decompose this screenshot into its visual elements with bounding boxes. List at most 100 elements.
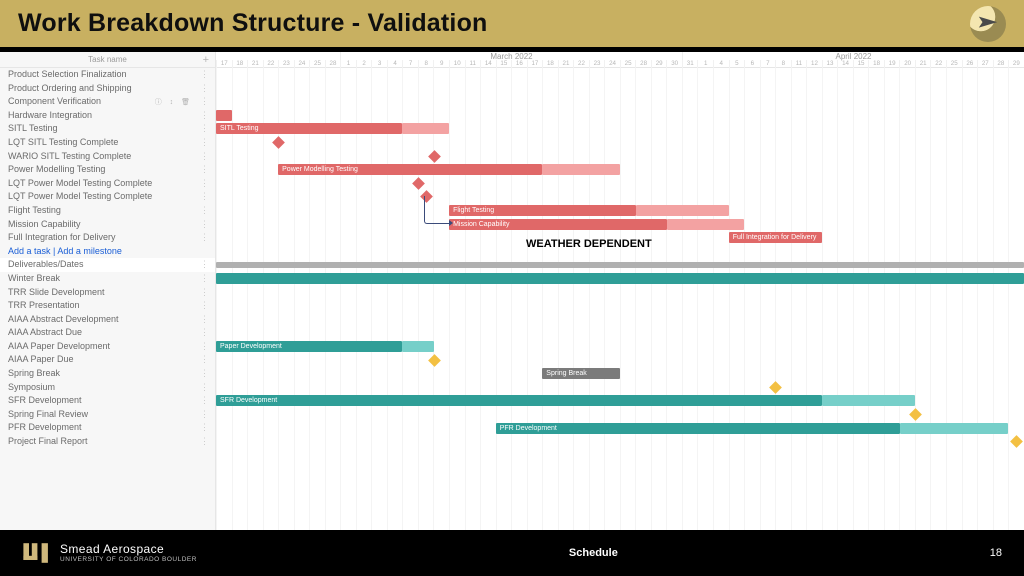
day-tick: 27: [977, 60, 993, 68]
day-tick: 30: [666, 60, 682, 68]
day-tick: 14: [480, 60, 496, 68]
gantt-bar-extension[interactable]: [822, 395, 915, 406]
task-row[interactable]: AIAA Paper Development: [0, 340, 215, 354]
day-tick: 29: [1008, 60, 1024, 68]
gantt-container: Task name + Product Selection Finalizati…: [0, 52, 1024, 530]
task-list-header-label: Task name: [88, 55, 127, 64]
task-row[interactable]: SFR Development: [0, 394, 215, 408]
day-tick: 21: [558, 60, 574, 68]
day-tick: 9: [433, 60, 449, 68]
task-row[interactable]: TRR Presentation: [0, 299, 215, 313]
gantt-bar[interactable]: Paper Development: [216, 341, 402, 352]
task-row[interactable]: AIAA Abstract Development: [0, 313, 215, 327]
dependency-arrow: [449, 220, 453, 226]
airplane-icon: [977, 13, 999, 35]
task-row[interactable]: Mission Capability: [0, 218, 215, 232]
task-row[interactable]: AIAA Paper Due: [0, 353, 215, 367]
club-logo-badge: [970, 6, 1006, 42]
deliverables-header[interactable]: Deliverables/Dates: [0, 258, 215, 272]
day-tick: 28: [325, 60, 341, 68]
task-row[interactable]: TRR Slide Development: [0, 286, 215, 300]
gantt-bar[interactable]: SITL Testing: [216, 123, 402, 134]
gantt-bars-layer: SITL Testing Power Modelling Testing Fligh…: [216, 68, 1024, 530]
milestone-diamond[interactable]: [412, 177, 425, 190]
task-row[interactable]: LQT SITL Testing Complete: [0, 136, 215, 150]
milestone-diamond[interactable]: [770, 381, 783, 394]
dependency-line: [424, 196, 449, 224]
day-tick: 10: [449, 60, 465, 68]
gantt-bar[interactable]: PFR Development: [496, 423, 900, 434]
task-row[interactable]: Product Selection Finalization: [0, 68, 215, 82]
day-tick: 4: [387, 60, 403, 68]
task-row[interactable]: Spring Final Review: [0, 408, 215, 422]
day-tick: 3: [371, 60, 387, 68]
task-row[interactable]: AIAA Abstract Due: [0, 326, 215, 340]
day-ticks: 1718212223242528123478910111415161718212…: [216, 60, 1024, 68]
day-tick: 25: [309, 60, 325, 68]
day-tick: 15: [496, 60, 512, 68]
gantt-bar[interactable]: Mission Capability: [449, 219, 667, 230]
gantt-bar[interactable]: [216, 110, 232, 121]
milestone-diamond[interactable]: [428, 354, 441, 367]
day-tick: 1: [697, 60, 713, 68]
milestone-diamond[interactable]: [1010, 435, 1023, 448]
task-row[interactable]: Hardware Integration: [0, 109, 215, 123]
task-list-header: Task name +: [0, 52, 215, 68]
gantt-bar[interactable]: Flight Testing: [449, 205, 635, 216]
gantt-bar[interactable]: [216, 262, 1024, 268]
row-action-icons[interactable]: ⓘ ↕ 🗑: [155, 96, 193, 109]
task-row[interactable]: Symposium: [0, 381, 215, 395]
task-row[interactable]: WARIO SITL Testing Complete: [0, 150, 215, 164]
day-tick: 17: [527, 60, 543, 68]
day-tick: 29: [651, 60, 667, 68]
day-tick: 16: [511, 60, 527, 68]
day-tick: 5: [729, 60, 745, 68]
task-row[interactable]: Product Ordering and Shipping: [0, 82, 215, 96]
task-row[interactable]: SITL Testing: [0, 122, 215, 136]
gantt-bar-extension[interactable]: [900, 423, 1009, 434]
task-row[interactable]: PFR Development: [0, 421, 215, 435]
task-row[interactable]: Power Modelling Testing: [0, 163, 215, 177]
gantt-bar-extension[interactable]: [667, 219, 745, 230]
weather-annotation: WEATHER DEPENDENT: [526, 238, 652, 250]
gantt-bar-extension[interactable]: [542, 164, 620, 175]
task-row[interactable]: LQT Power Model Testing Complete: [0, 190, 215, 204]
gantt-bar[interactable]: SFR Development: [216, 395, 822, 406]
gantt-bar[interactable]: Spring Break: [542, 368, 620, 379]
task-row[interactable]: Flight Testing: [0, 204, 215, 218]
milestone-diamond[interactable]: [428, 150, 441, 163]
add-task-links[interactable]: Add a task | Add a milestone: [0, 245, 215, 259]
day-tick: 7: [402, 60, 418, 68]
day-tick: 21: [247, 60, 263, 68]
gantt-bar[interactable]: Power Modelling Testing: [278, 164, 542, 175]
milestone-diamond[interactable]: [909, 408, 922, 421]
slide-footer: Smead Aerospace UNIVERSITY OF COLORADO B…: [0, 530, 1024, 576]
day-tick: 6: [744, 60, 760, 68]
footer-brand: Smead Aerospace UNIVERSITY OF COLORADO B…: [22, 539, 197, 567]
day-tick: 24: [604, 60, 620, 68]
task-row[interactable]: Full Integration for Delivery: [0, 231, 215, 245]
day-tick: 20: [899, 60, 915, 68]
task-row[interactable]: Component Verificationⓘ ↕ 🗑: [0, 95, 215, 109]
task-row[interactable]: LQT Power Model Testing Complete: [0, 177, 215, 191]
day-tick: 25: [946, 60, 962, 68]
milestone-diamond[interactable]: [272, 136, 285, 149]
task-row[interactable]: Project Final Report: [0, 435, 215, 449]
task-row[interactable]: Winter Break: [0, 272, 215, 286]
task-row[interactable]: Spring Break: [0, 367, 215, 381]
brand-line1: Smead Aerospace: [60, 543, 197, 556]
gantt-bar-extension[interactable]: [402, 123, 449, 134]
day-tick: 18: [542, 60, 558, 68]
gantt-bar[interactable]: Full Integration for Delivery: [729, 232, 822, 243]
footer-section-label: Schedule: [197, 547, 990, 559]
day-tick: 28: [993, 60, 1009, 68]
task-list-panel: Task name + Product Selection Finalizati…: [0, 52, 216, 530]
add-task-icon[interactable]: +: [203, 54, 209, 66]
day-tick: 26: [962, 60, 978, 68]
day-tick: 22: [573, 60, 589, 68]
day-tick: 13: [822, 60, 838, 68]
gantt-bar-extension[interactable]: [636, 205, 729, 216]
day-tick: 22: [263, 60, 279, 68]
gantt-bar[interactable]: [216, 273, 1024, 284]
gantt-bar-extension[interactable]: [402, 341, 433, 352]
